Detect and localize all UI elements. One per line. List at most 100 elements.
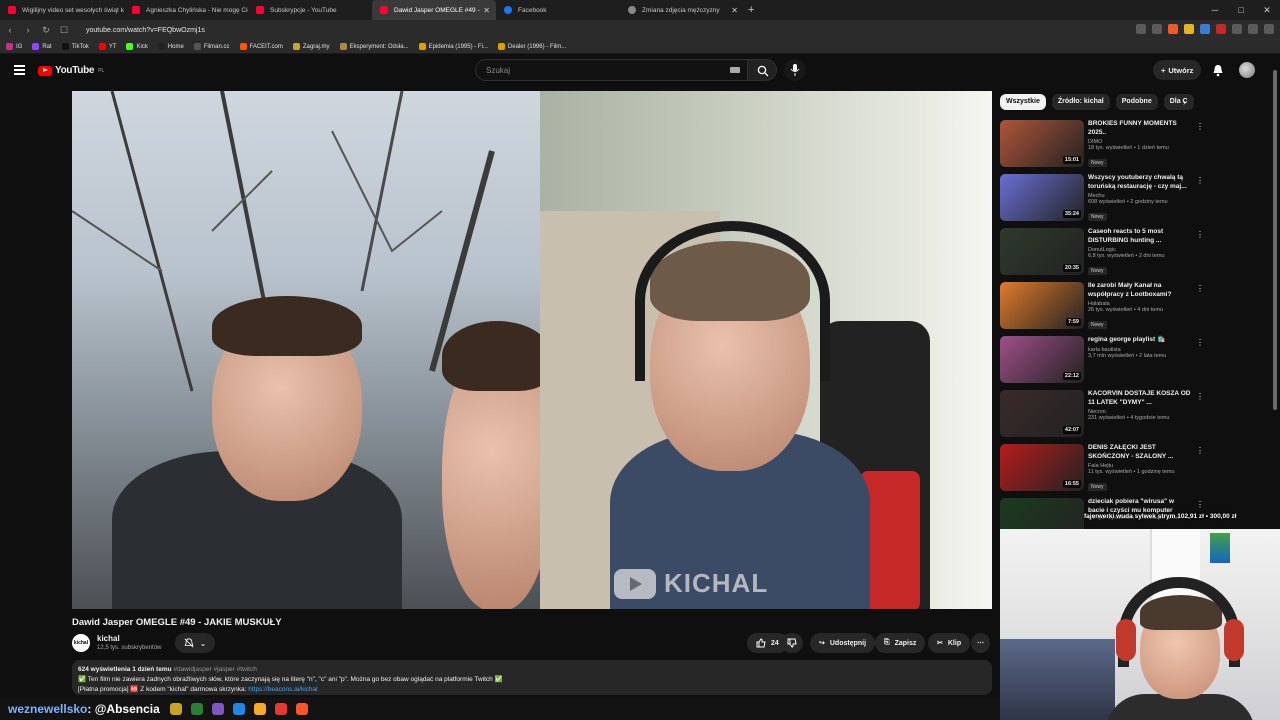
bookmark-item[interactable]: Rat <box>32 43 52 50</box>
extension-icon[interactable] <box>1184 24 1194 34</box>
notifications-bell-icon[interactable] <box>1212 64 1224 77</box>
download-icon[interactable] <box>1248 24 1258 34</box>
create-button[interactable]: + Utwórz <box>1153 60 1202 80</box>
recommended-video[interactable]: 42:07 KACORVIN DOSTAJE KOSZA OD 11 LATEK … <box>1000 390 1204 444</box>
bookmark-item[interactable]: FACEIT.com <box>239 43 283 50</box>
more-actions-button[interactable]: ⋯ <box>971 633 990 653</box>
clip-button[interactable]: ✂ Klip <box>928 633 971 653</box>
video-title[interactable]: regina george playlist 🛍️ <box>1088 336 1192 345</box>
recommended-video[interactable]: 15:01 BROKIES FUNNY MOMENTS 2025.. DIMO 18 … <box>1000 120 1204 174</box>
more-options-icon[interactable]: ⋮ <box>1196 392 1204 401</box>
video-title[interactable]: KACORVIN DOSTAJE KOSZA OD 11 LATEK "DYMY… <box>1088 390 1192 407</box>
recommended-video[interactable]: 22:12 regina george playlist 🛍️ karla baut… <box>1000 336 1204 390</box>
filter-chip[interactable]: Podobne <box>1115 94 1158 110</box>
bookmark-item[interactable]: Epidemia (1995) - Fi... <box>418 43 488 50</box>
more-options-icon[interactable]: ⋮ <box>1196 230 1204 239</box>
share-button[interactable]: ↪ Udostępnij <box>810 633 876 653</box>
minimize-icon[interactable]: ─ <box>1202 0 1228 20</box>
new-tab-button[interactable]: + <box>748 4 754 16</box>
channel-name[interactable]: kichal <box>97 634 120 643</box>
app-icon[interactable] <box>211 703 224 715</box>
menu-icon[interactable] <box>1264 24 1274 34</box>
url-input[interactable]: youtube.com/watch?v=FEQbwOzmj1s <box>86 27 205 34</box>
description-box[interactable]: 624 wyświetlenia 1 dzień temu #dawidjasp… <box>72 660 992 695</box>
chevron-right-icon[interactable]: › <box>1183 97 1186 107</box>
extension-icon[interactable] <box>1216 24 1226 34</box>
channel-avatar[interactable]: kichal <box>72 634 90 652</box>
brave-browser-icon[interactable] <box>295 703 308 715</box>
recommended-video[interactable]: 20:35 Caseoh reacts to 5 most DISTURBING … <box>1000 228 1204 282</box>
video-title[interactable]: Wszyscy youtuberzy chwalą tą toruńską re… <box>1088 174 1192 191</box>
browser-tab[interactable]: Facebook <box>496 0 620 20</box>
bookmark-item[interactable]: Home <box>157 43 184 50</box>
bookmark-item[interactable]: IG <box>6 43 22 50</box>
app-icon[interactable] <box>190 703 203 715</box>
promo-link[interactable]: https://beacons.ai/kichal <box>248 686 317 693</box>
dislike-button[interactable] <box>781 633 803 653</box>
app-icon[interactable] <box>169 703 182 715</box>
more-options-icon[interactable]: ⋮ <box>1196 122 1204 131</box>
app-icon[interactable] <box>274 703 287 715</box>
browser-tab[interactable]: Dawid Jasper OMEGLE #49 - ✕ <box>372 0 496 20</box>
close-window-icon[interactable]: ✕ <box>1254 0 1280 20</box>
video-thumbnail[interactable]: 42:07 <box>1000 390 1084 437</box>
recommended-video[interactable]: 35:24 Wszyscy youtuberzy chwalą tą toruńs… <box>1000 174 1204 228</box>
close-tab-icon[interactable]: ✕ <box>731 6 738 15</box>
recommended-video[interactable]: 7:59 Ile zarobi Mały Kanał na współpracy … <box>1000 282 1204 336</box>
account-avatar[interactable] <box>1239 62 1255 78</box>
maximize-icon[interactable]: □ <box>1228 0 1254 20</box>
video-thumbnail[interactable]: 22:12 <box>1000 336 1084 383</box>
brave-shield-icon[interactable] <box>1168 24 1178 34</box>
hamburger-menu-icon[interactable] <box>14 65 25 75</box>
browser-tab[interactable]: Subskrypcje - YouTube <box>248 0 372 20</box>
bookmark-item[interactable]: YT <box>98 43 116 50</box>
browser-tab[interactable]: Zmiana zdjęcia mężczyzny ✕ <box>620 0 744 20</box>
reload-icon[interactable]: ↻ <box>38 25 54 36</box>
extension-icon[interactable] <box>1232 24 1242 34</box>
video-thumbnail[interactable]: 15:01 <box>1000 120 1084 167</box>
recommended-video[interactable]: 16:55 DENIS ZAŁĘCKI JEST SKOŃCZONY - SZAL… <box>1000 444 1204 498</box>
more-options-icon[interactable]: ⋮ <box>1196 176 1204 185</box>
more-options-icon[interactable]: ⋮ <box>1196 284 1204 293</box>
voice-search-button[interactable] <box>784 59 806 81</box>
back-icon[interactable]: ‹ <box>2 25 18 35</box>
video-thumbnail[interactable]: 35:24 <box>1000 174 1084 221</box>
bookmark-item[interactable]: Eksperyment: Odsła... <box>339 43 409 50</box>
video-thumbnail[interactable]: 20:35 <box>1000 228 1084 275</box>
forward-icon[interactable]: › <box>20 25 36 35</box>
extension-icon[interactable] <box>1200 24 1210 34</box>
filter-chip[interactable]: Dla C <box>1163 94 1194 110</box>
bookmark-item[interactable]: Kick <box>126 43 148 50</box>
video-title[interactable]: DENIS ZAŁĘCKI JEST SKOŃCZONY - SZALONY .… <box>1088 444 1192 461</box>
more-options-icon[interactable]: ⋮ <box>1196 338 1204 347</box>
video-thumbnail[interactable]: 7:59 <box>1000 282 1084 329</box>
share-icon[interactable] <box>1152 24 1162 34</box>
youtube-logo[interactable]: YouTube PL <box>38 65 104 76</box>
more-options-icon[interactable]: ⋮ <box>1196 500 1204 509</box>
video-title[interactable]: Ile zarobi Mały Kanał na współpracy z Lo… <box>1088 282 1192 299</box>
video-title[interactable]: BROKIES FUNNY MOMENTS 2025.. <box>1088 120 1192 137</box>
bookmark-item[interactable]: Zagraj.my <box>292 43 330 50</box>
browser-tab[interactable]: Agnieszka Chylińska - Nie mogę Cię <box>124 0 248 20</box>
extension-icon[interactable] <box>1136 24 1146 34</box>
keyboard-icon[interactable] <box>730 67 740 73</box>
more-options-icon[interactable]: ⋮ <box>1196 446 1204 455</box>
video-title[interactable]: Caseoh reacts to 5 most DISTURBING hunti… <box>1088 228 1192 245</box>
search-button[interactable] <box>747 59 777 81</box>
steam-icon[interactable] <box>232 703 245 715</box>
subscribed-notifications-button[interactable]: ⌄ <box>175 633 215 653</box>
page-scrollbar[interactable] <box>1272 60 1278 410</box>
bookmark-item[interactable]: Filman.cc <box>193 43 230 50</box>
save-button[interactable]: ⎘ Zapisz <box>875 633 926 653</box>
bookmark-icon[interactable]: ☐ <box>56 25 72 36</box>
close-tab-icon[interactable]: ✕ <box>483 6 490 15</box>
browser-tab[interactable]: Wigilijny video set wesołych świąt ko <box>0 0 124 20</box>
filter-chip[interactable]: Źródło: kichal <box>1051 94 1110 110</box>
filter-chip[interactable]: Wszystkie <box>1000 94 1046 110</box>
video-player[interactable]: KICHAL <box>72 91 992 609</box>
search-input[interactable]: Szukaj <box>475 59 748 81</box>
app-icon[interactable] <box>253 703 266 715</box>
bookmark-item[interactable]: Dealer (1996) - Film... <box>497 43 566 50</box>
bookmark-item[interactable]: TikTok <box>61 43 89 50</box>
hashtags[interactable]: #dawidjasper #jasper #twitch <box>173 666 256 673</box>
